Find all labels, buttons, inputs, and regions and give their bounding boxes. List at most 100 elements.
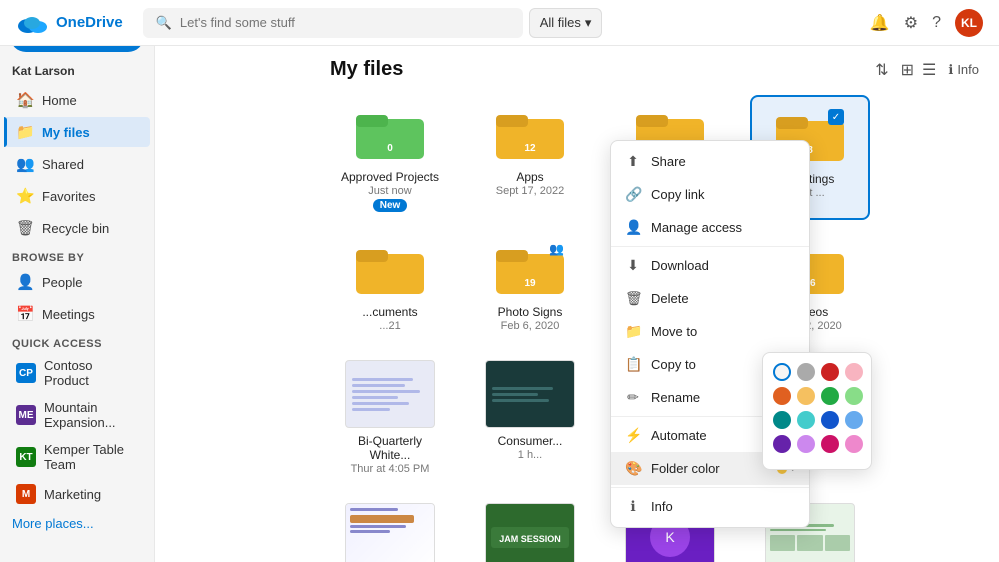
context-menu-copy-link[interactable]: 🔗 Copy link — [611, 178, 809, 211]
search-bar[interactable]: 🔍 — [143, 8, 523, 38]
color-row-4 — [773, 435, 861, 453]
manage-access-label: Manage access — [651, 220, 742, 235]
page-title: My files — [330, 58, 403, 81]
list-view-icon[interactable]: ☰ — [922, 60, 936, 80]
marketing-label: Marketing — [44, 487, 101, 502]
share-label: Share — [651, 154, 686, 169]
color-option-default[interactable] — [773, 363, 791, 381]
copy-to-label: Copy to — [651, 357, 696, 372]
folder-icon-wrap: 12 — [494, 105, 566, 164]
info-label: Info — [957, 62, 979, 77]
download-icon: ⬇ — [625, 257, 641, 274]
file-date: 1 h... — [518, 449, 542, 461]
color-option-rose[interactable] — [845, 435, 863, 453]
context-menu-share[interactable]: ⬆ Share — [611, 145, 809, 178]
mountain-label: Mountain Expansion... — [44, 400, 138, 430]
sidebar-item-kemper-table[interactable]: KT Kemper Table Team — [4, 437, 150, 477]
avatar[interactable]: KL — [955, 9, 983, 37]
file-item-apps[interactable]: 12 Apps Sept 17, 2022 — [470, 95, 590, 220]
folder-icon-wrap — [354, 240, 426, 299]
color-option-light-blue[interactable] — [845, 411, 863, 429]
sidebar-item-people[interactable]: 👤 People — [4, 267, 150, 297]
file-item-approved-projects[interactable]: 0 Approved Projects Just now New — [330, 95, 450, 220]
file-name: Approved Projects — [341, 170, 439, 184]
file-thumbnail — [345, 503, 435, 562]
kemper-table-avatar: KT — [16, 447, 36, 467]
context-menu-manage-access[interactable]: 👤 Manage access — [611, 211, 809, 244]
more-places-link[interactable]: More places... — [0, 510, 154, 537]
color-option-green[interactable] — [821, 387, 839, 405]
folder-color-icon: 🎨 — [625, 460, 641, 477]
all-files-button[interactable]: All files ▾ — [529, 8, 603, 38]
color-option-magenta[interactable] — [821, 435, 839, 453]
notifications-icon[interactable]: 🔔 — [870, 13, 890, 33]
color-submenu — [762, 352, 872, 470]
share-icon: ⬆ — [625, 153, 641, 170]
file-item-bi-quarterly[interactable]: Bi-Quarterly White... Thur at 4:05 PM — [330, 350, 450, 483]
file-name: Consumer... — [498, 434, 563, 448]
sidebar: + Add New Kat Larson 🏠 Home 📁 My files 👥… — [0, 0, 155, 562]
browse-by-title: Browse by — [0, 244, 154, 266]
delete-label: Delete — [651, 291, 689, 306]
color-option-purple[interactable] — [773, 435, 791, 453]
folder-color-label: Folder color — [651, 461, 720, 476]
context-menu-move-to[interactable]: 📁 Move to — [611, 315, 809, 348]
file-item-consumer[interactable]: Consumer... 1 h... — [470, 350, 590, 483]
file-item-documents[interactable]: ...cuments ...21 — [330, 230, 450, 340]
sidebar-item-contoso[interactable]: CP Contoso Product — [4, 353, 150, 393]
sidebar-item-shared[interactable]: 👥 Shared — [4, 149, 150, 179]
sidebar-item-marketing[interactable]: M Marketing — [4, 479, 150, 509]
sidebar-item-home[interactable]: 🏠 Home — [4, 85, 150, 115]
color-option-red[interactable] — [821, 363, 839, 381]
color-option-light-green[interactable] — [845, 387, 863, 405]
home-icon: 🏠 — [16, 91, 34, 109]
sidebar-item-favorites[interactable]: ⭐ Favorites — [4, 181, 150, 211]
sidebar-item-recycle-bin-label: Recycle bin — [42, 221, 109, 236]
contoso-label: Contoso Product — [44, 358, 138, 388]
download-label: Download — [651, 258, 709, 273]
file-item-jam-session[interactable]: JAM SESSION Jam Session... Feb 1, 2023 — [470, 493, 590, 562]
onedrive-logo-icon — [16, 12, 48, 34]
rename-icon: ✏ — [625, 389, 641, 406]
move-to-label: Move to — [651, 324, 697, 339]
topbar: OneDrive 🔍 All files ▾ 🔔 ⚙ ? KL — [0, 0, 999, 46]
folder-icon-wrap: 19 👥 — [494, 240, 566, 299]
file-item-form-design[interactable]: Form Design.ai Jan 14, 2023 — [330, 493, 450, 562]
sidebar-item-recycle-bin[interactable]: 🗑 Recycle bin — [4, 213, 150, 243]
color-option-blue[interactable] — [821, 411, 839, 429]
grid-view-icon[interactable]: ⊞ — [901, 60, 914, 80]
settings-icon[interactable]: ⚙ — [904, 13, 918, 33]
color-option-pink[interactable] — [845, 363, 863, 381]
move-to-icon: 📁 — [625, 323, 641, 340]
help-icon[interactable]: ? — [932, 14, 941, 32]
file-name: Bi-Quarterly White... — [336, 434, 444, 462]
check-badge: ✓ — [828, 109, 844, 125]
search-input[interactable] — [180, 15, 510, 30]
sidebar-item-my-files[interactable]: 📁 My files — [4, 117, 150, 147]
context-menu-delete[interactable]: 🗑 Delete — [611, 282, 809, 315]
file-item-photo-signs[interactable]: 19 👥 Photo Signs Feb 6, 2020 — [470, 230, 590, 340]
folder-count: 19 — [524, 278, 535, 289]
color-option-orange[interactable] — [773, 387, 791, 405]
context-menu-info[interactable]: ℹ Info — [611, 490, 809, 523]
sort-button[interactable]: ⇅ — [875, 60, 888, 80]
sidebar-item-meetings[interactable]: 📅 Meetings — [4, 299, 150, 329]
user-name: Kat Larson — [0, 60, 154, 84]
context-menu-separator-1 — [611, 246, 809, 247]
color-option-cyan[interactable] — [797, 411, 815, 429]
file-name: ...cuments — [362, 305, 417, 319]
color-option-yellow[interactable] — [797, 387, 815, 405]
context-menu-download[interactable]: ⬇ Download — [611, 249, 809, 282]
info-ctx-label: Info — [651, 499, 673, 514]
color-option-lavender[interactable] — [797, 435, 815, 453]
color-row-3 — [773, 411, 861, 429]
sidebar-item-mountain[interactable]: ME Mountain Expansion... — [4, 395, 150, 435]
copy-link-label: Copy link — [651, 187, 704, 202]
topbar-actions: 🔔 ⚙ ? KL — [870, 9, 983, 37]
sidebar-item-home-label: Home — [42, 93, 77, 108]
color-option-gray[interactable] — [797, 363, 815, 381]
info-button[interactable]: ℹ Info — [948, 62, 979, 78]
color-option-teal[interactable] — [773, 411, 791, 429]
folder-count: 0 — [387, 143, 393, 154]
folder-icon — [354, 240, 426, 296]
